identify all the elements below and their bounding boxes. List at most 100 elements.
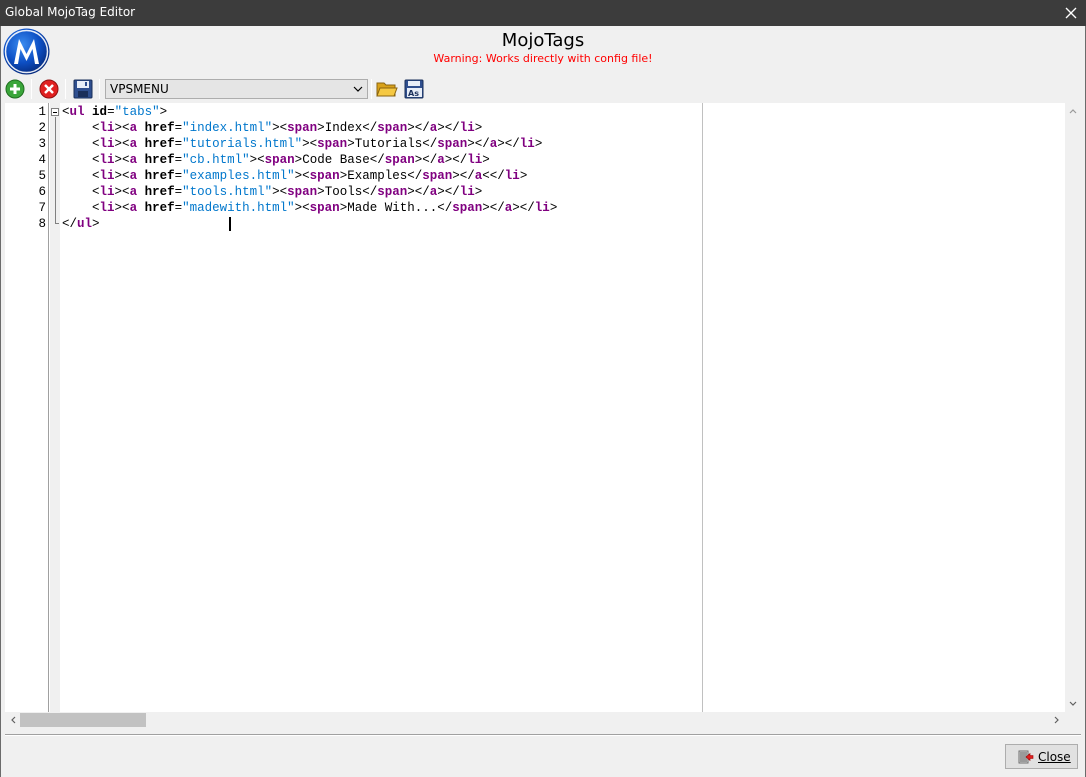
line-number: 6	[38, 185, 46, 199]
add-tag-button[interactable]	[4, 78, 26, 100]
code-punctuation: ><	[294, 169, 310, 183]
code-tag-name: span	[377, 185, 408, 199]
code-attribute: href	[144, 169, 175, 183]
code-tag-name: span	[264, 153, 295, 167]
code-tag-name: li	[504, 169, 520, 183]
fold-collapse-icon[interactable]	[51, 108, 59, 116]
code-tag-name: li	[99, 121, 115, 135]
code-punctuation: <	[92, 121, 100, 135]
code-punctuation: ></	[497, 137, 520, 151]
code-text-area[interactable]: <ul id="tabs"> <li><a href="index.html">…	[62, 104, 702, 712]
code-punctuation: >	[482, 153, 490, 167]
toolbar-separator	[65, 79, 66, 99]
code-punctuation: ><	[114, 153, 130, 167]
save-as-button[interactable]: As	[403, 78, 425, 100]
code-tag-name: ul	[77, 217, 93, 231]
code-punctuation: <</	[482, 169, 505, 183]
code-punctuation: ><	[114, 137, 130, 151]
code-attribute: href	[144, 153, 175, 167]
vertical-scrollbar[interactable]	[1065, 103, 1081, 712]
line-number: 8	[38, 217, 46, 231]
plus-circle-icon	[5, 79, 25, 99]
code-punctuation: >	[534, 137, 543, 151]
code-punctuation: >	[474, 185, 483, 199]
code-punctuation: =	[174, 137, 183, 151]
code-punctuation: <	[92, 137, 100, 151]
code-punctuation: <	[92, 201, 100, 215]
code-punctuation: >	[317, 185, 325, 199]
close-button[interactable]: Close	[1005, 744, 1078, 769]
horizontal-scroll-thumb[interactable]	[20, 713, 146, 727]
code-text: Made With...	[347, 201, 438, 215]
code-punctuation: ><	[114, 121, 130, 135]
code-text: Code Base	[302, 153, 370, 167]
code-line[interactable]: <li><a href="examples.html"><span>Exampl…	[62, 168, 527, 184]
code-punctuation: =	[174, 169, 183, 183]
scroll-up-button[interactable]	[1065, 103, 1081, 119]
code-editor[interactable]: 1 2 3 4 5 6 7 8 <ul id="tabs"> <li><a hr…	[5, 103, 1081, 728]
code-line[interactable]: <ul id="tabs">	[62, 104, 167, 120]
code-punctuation: </	[62, 217, 78, 231]
code-tag-name: span	[377, 121, 408, 135]
code-tag-name: a	[129, 185, 138, 199]
window-titlebar: Global MojoTag Editor	[0, 0, 1086, 26]
code-attribute: href	[144, 121, 175, 135]
code-string: "madewith.html"	[182, 201, 295, 215]
code-tag-name: span	[422, 169, 453, 183]
code-tag-name: a	[129, 201, 138, 215]
code-tag-name: span	[309, 169, 340, 183]
scroll-right-button[interactable]	[1049, 712, 1065, 728]
code-tag-name: a	[129, 137, 138, 151]
code-punctuation: ><	[114, 201, 130, 215]
code-punctuation: ></	[444, 153, 468, 167]
code-tag-name: li	[519, 137, 535, 151]
tag-select-value: VPSMENU	[110, 82, 169, 96]
code-punctuation: >	[159, 105, 168, 119]
code-punctuation: ></	[414, 153, 438, 167]
app-name: MojoTags	[501, 30, 585, 51]
line-number: 2	[38, 121, 46, 135]
horizontal-scrollbar[interactable]	[5, 712, 1065, 728]
chevron-down-icon	[1069, 701, 1077, 706]
code-tag-name: span	[452, 201, 483, 215]
code-attribute: href	[144, 137, 175, 151]
tag-select-dropdown[interactable]: VPSMENU	[105, 79, 368, 99]
code-line[interactable]: <li><a href="index.html"><span>Index</sp…	[62, 120, 482, 136]
code-attribute: href	[144, 185, 175, 199]
chevron-up-icon	[1069, 109, 1077, 114]
code-line[interactable]: </ul>	[62, 216, 100, 232]
code-line[interactable]: <li><a href="tools.html"><span>Tools</sp…	[62, 184, 482, 200]
code-punctuation: ></	[437, 121, 460, 135]
save-button[interactable]	[72, 78, 94, 100]
line-number: 3	[38, 137, 46, 151]
open-file-button[interactable]	[376, 78, 398, 100]
code-line[interactable]: <li><a href="tutorials.html"><span>Tutor…	[62, 136, 542, 152]
code-text: Examples	[347, 169, 408, 183]
window-title: Global MojoTag Editor	[5, 5, 136, 19]
scroll-down-button[interactable]	[1065, 696, 1081, 712]
code-punctuation: >	[474, 121, 483, 135]
line-number: 5	[38, 169, 46, 183]
code-punctuation: >	[549, 201, 558, 215]
toolbar: VPSMENU As	[1, 76, 1085, 102]
x-circle-icon	[39, 79, 59, 99]
scroll-left-button[interactable]	[5, 712, 21, 728]
code-line[interactable]: <li><a href="cb.html"><span>Code Base</s…	[62, 152, 490, 168]
code-line[interactable]: <li><a href="madewith.html"><span>Made W…	[62, 200, 557, 216]
code-text: Tutorials	[354, 137, 423, 151]
code-string: "index.html"	[182, 121, 273, 135]
window-close-button[interactable]	[1056, 0, 1086, 26]
code-punctuation: >	[317, 121, 325, 135]
delete-tag-button[interactable]	[38, 78, 60, 100]
text-caret	[229, 217, 231, 231]
line-number-gutter: 1 2 3 4 5 6 7 8	[5, 103, 49, 712]
code-text: Index	[324, 121, 363, 135]
